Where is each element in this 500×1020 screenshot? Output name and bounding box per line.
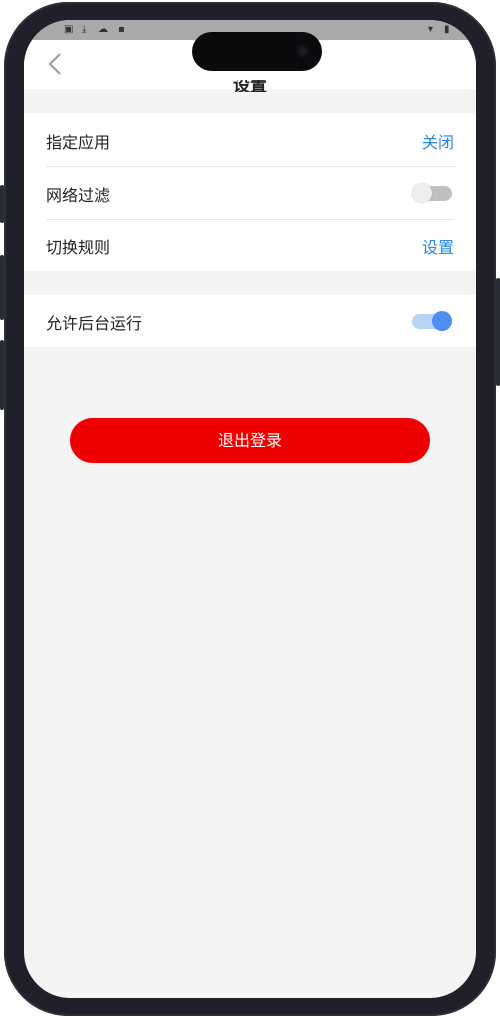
row-designated-apps[interactable]: 指定应用 关闭 — [46, 114, 454, 166]
settings-group-primary: 指定应用 关闭 网络过滤 切换规则 设置 — [24, 113, 476, 271]
switch-rules-settings-link[interactable]: 设置 — [422, 234, 454, 258]
phone-side-button — [0, 340, 4, 410]
app-screen: ▣ ⤓ ☁ ▪ ▾ ▮ 设置 指定应用 关闭 网络过滤 切换规则 设置 允许后台… — [24, 20, 476, 998]
phone-side-button — [0, 185, 4, 223]
wifi-icon: ▾ — [428, 24, 434, 35]
cloud-icon: ☁ — [98, 24, 108, 35]
row-switch-rules[interactable]: 切换规则 设置 — [46, 219, 454, 271]
app-badge-icon: ▪ — [118, 24, 125, 35]
toggle-knob — [432, 311, 452, 331]
battery-icon: ▮ — [444, 24, 450, 35]
designated-apps-value-link[interactable]: 关闭 — [422, 129, 454, 153]
logout-button[interactable]: 退出登录 — [70, 418, 430, 463]
allow-background-run-toggle[interactable] — [412, 311, 454, 331]
toggle-knob — [412, 183, 432, 203]
page-title: 设置 — [233, 80, 267, 92]
download-icon: ⤓ — [82, 24, 87, 35]
network-filter-toggle[interactable] — [412, 183, 454, 203]
settings-group-background: 允许后台运行 — [24, 295, 476, 347]
row-label: 网络过滤 — [46, 186, 111, 205]
row-label: 切换规则 — [46, 238, 111, 257]
chevron-left-icon[interactable] — [44, 50, 68, 78]
row-network-filter: 网络过滤 — [46, 167, 454, 219]
row-label: 允许后台运行 — [46, 314, 143, 333]
image-icon: ▣ — [64, 24, 74, 35]
camera-icon — [296, 44, 310, 58]
row-label: 指定应用 — [46, 133, 111, 152]
phone-side-button — [0, 255, 4, 320]
row-allow-background-run: 允许后台运行 — [46, 295, 454, 347]
dynamic-island — [192, 32, 322, 71]
phone-side-button — [496, 278, 500, 386]
